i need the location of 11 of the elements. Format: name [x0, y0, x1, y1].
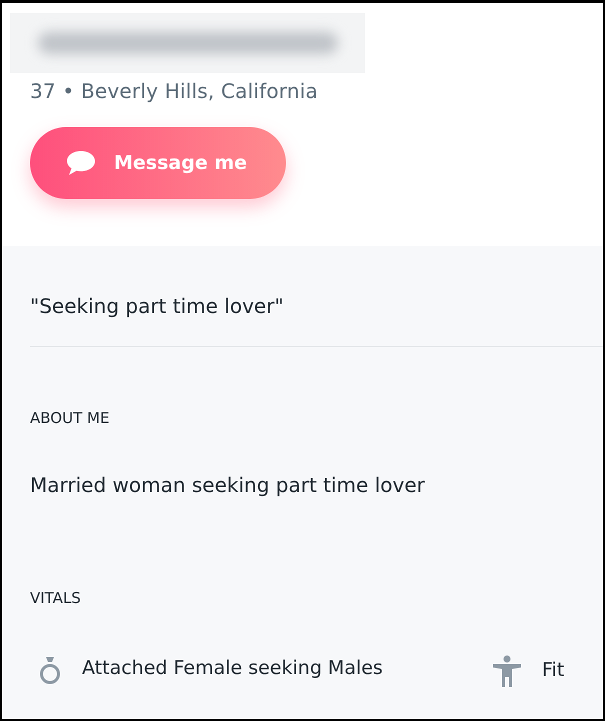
section-heading: VITALS [30, 589, 82, 607]
profile-headline: "Seeking part time lover" [30, 294, 285, 318]
message-button[interactable]: Message me [30, 127, 286, 199]
chat-bubble-icon [66, 150, 96, 176]
section-heading: ABOUT ME [30, 409, 110, 427]
person-icon [492, 655, 522, 687]
age-location: 37 • Beverly Hills, California [30, 79, 319, 103]
about-text: Married woman seeking part time lover [30, 473, 426, 497]
vital-text: Fit [542, 658, 564, 683]
vital-text: Attached Female seeking Males [82, 656, 383, 681]
ring-icon [38, 655, 62, 687]
